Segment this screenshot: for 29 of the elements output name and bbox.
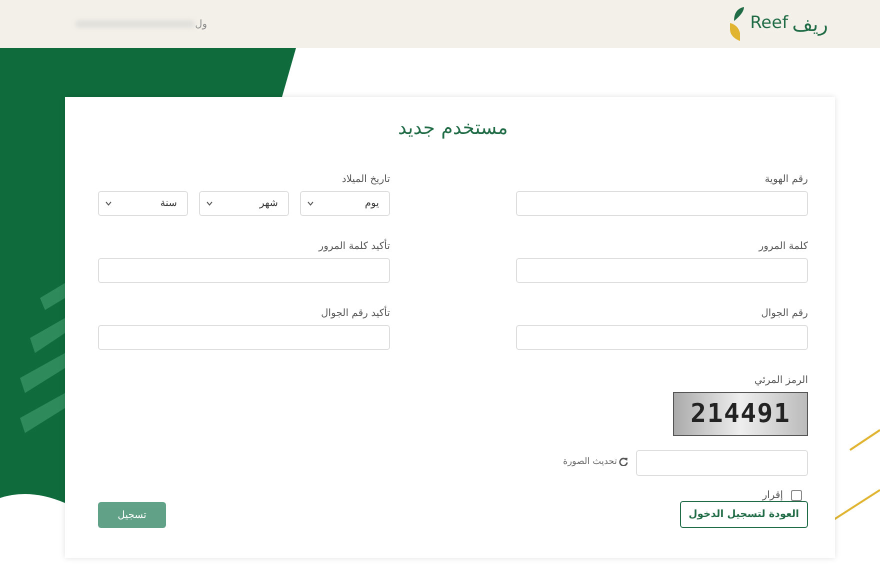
back-to-login-button[interactable]: العودة لتسجيل الدخول bbox=[680, 501, 808, 528]
refresh-image-link[interactable]: تحديث الصورة bbox=[563, 456, 628, 470]
captcha-field[interactable] bbox=[636, 450, 808, 476]
form-title: مستخدم جديد bbox=[397, 116, 509, 141]
field-label: الرمز المرئي bbox=[753, 374, 808, 388]
input-field[interactable] bbox=[516, 258, 808, 283]
checkbox[interactable] bbox=[791, 490, 802, 501]
checkbox-label: إقرار bbox=[762, 489, 783, 503]
field-label: تأكيد كلمة المرور bbox=[98, 239, 390, 254]
brand-name: Reef bbox=[750, 12, 788, 36]
select-field[interactable]: شهر bbox=[199, 191, 289, 216]
input-field[interactable] bbox=[98, 325, 390, 350]
chevron-down-icon bbox=[307, 201, 314, 206]
select-field[interactable]: سنة bbox=[98, 191, 188, 216]
brand-name: ريف bbox=[792, 11, 828, 38]
input-field[interactable] bbox=[516, 325, 808, 350]
field-label: كلمة المرور bbox=[758, 240, 808, 254]
chevron-down-icon bbox=[206, 201, 213, 206]
captcha-image: 214491 bbox=[673, 392, 808, 436]
input-field[interactable] bbox=[98, 258, 390, 283]
select-field[interactable]: يوم bbox=[300, 191, 390, 216]
input-field[interactable] bbox=[516, 191, 808, 216]
field-label: تأكيد رقم الجوال bbox=[98, 306, 390, 321]
chevron-down-icon bbox=[105, 201, 112, 206]
leaf-logo-icon bbox=[728, 7, 746, 41]
field-label: رقم الجوال bbox=[760, 307, 808, 321]
field-label: تاريخ الميلاد bbox=[340, 173, 390, 187]
refresh-icon bbox=[619, 457, 628, 466]
field-label: رقم الهوية bbox=[764, 173, 808, 187]
